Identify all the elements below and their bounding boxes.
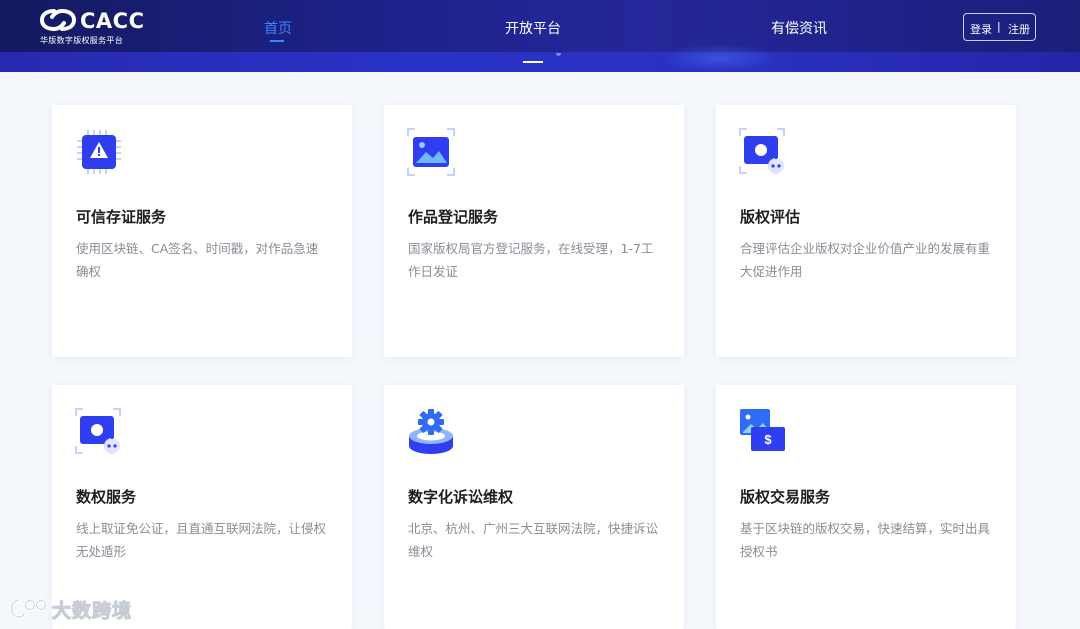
card-description: 基于区块链的版权交易，快速结算，实时出具授权书 [740, 521, 991, 559]
logo-subtitle: 华版数字版权服务平台 [40, 36, 123, 45]
card-title: 版权评估 [740, 208, 801, 226]
gear-platform-icon [409, 409, 453, 454]
watermark-logo-icon [10, 598, 47, 619]
card-title: 作品登记服务 [408, 208, 499, 226]
watermark-text: 大数跨境 [51, 600, 133, 623]
image-frame-icon [407, 128, 455, 176]
top-navbar: CACC 华版数字版权服务平台 首页 开放平台 有偿资讯 登录 | 注册 [0, 0, 1080, 72]
nav-open-platform[interactable]: 开放平台 [505, 18, 561, 38]
card-description: 合理评估企业版权对企业价值产业的发展有重大促进作用 [740, 241, 991, 279]
auth-separator: | [997, 20, 1001, 33]
card-title: 数字化诉讼维权 [408, 488, 514, 506]
card-description: 国家版权局官方登记服务，在线受理，1-7工作日发证 [408, 241, 654, 279]
login-link[interactable]: 登录 [970, 21, 992, 37]
watermark: 大数跨境 [8, 594, 148, 624]
card-description: 北京、杭州、广州三大互联网法院，快捷诉讼维权 [408, 521, 659, 559]
nav-news[interactable]: 有偿资讯 [771, 18, 827, 38]
card-title: 版权交易服务 [740, 488, 831, 506]
monitor-robot-icon [75, 408, 121, 454]
image-dollar-icon: $ [740, 409, 785, 451]
register-link[interactable]: 注册 [1008, 21, 1030, 37]
logo-icon [40, 8, 76, 32]
service-card-trusted-evidence[interactable]: 可信存证服务 使用区块链、CA签名、时间戳，对作品急速确权 [52, 105, 352, 357]
card-title: 可信存证服务 [76, 208, 167, 226]
logo-text: CACC [80, 9, 145, 33]
chip-alert-icon [77, 130, 121, 174]
service-card-rights-service[interactable]: 数权服务 线上取证免公证，且直通互联网法院，让侵权无处遁形 [52, 385, 352, 629]
card-description: 使用区块链、CA签名、时间戳，对作品急速确权 [76, 241, 319, 279]
service-card-copyright-trading[interactable]: $ 版权交易服务 基于区块链的版权交易，快速结算，实时出具授权书 [716, 385, 1016, 629]
auth-box: 登录 | 注册 [963, 13, 1036, 41]
nav-home[interactable]: 首页 [264, 18, 292, 38]
service-card-digital-litigation[interactable]: 数字化诉讼维权 北京、杭州、广州三大互联网法院，快捷诉讼维权 [384, 385, 684, 629]
service-card-copyright-evaluation[interactable]: 版权评估 合理评估企业版权对企业价值产业的发展有重大促进作用 [716, 105, 1016, 357]
card-description: 线上取证免公证，且直通互联网法院，让侵权无处遁形 [76, 521, 327, 559]
carousel-indicator-active[interactable] [523, 61, 543, 63]
monitor-robot-icon [739, 128, 785, 174]
service-card-work-registration[interactable]: 作品登记服务 国家版权局官方登记服务，在线受理，1-7工作日发证 [384, 105, 684, 357]
navbar-glow [660, 44, 780, 72]
card-title: 数权服务 [76, 488, 137, 506]
svg-text:$: $ [764, 432, 772, 447]
nav-home-underline [270, 40, 284, 42]
logo[interactable]: CACC 华版数字版权服务平台 [40, 8, 144, 46]
